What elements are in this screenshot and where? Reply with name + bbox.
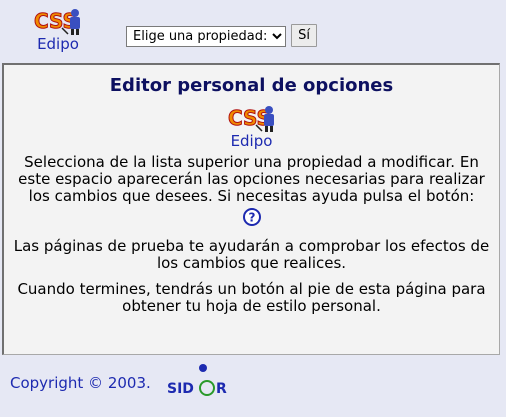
options-panel: Editor personal de opciones CSS Edipo Se… xyxy=(2,63,500,355)
edipo-logo-link[interactable]: CSS Edipo xyxy=(32,6,84,53)
test-pages-text: Las páginas de prueba te ayudarán a comp… xyxy=(13,237,490,272)
copyright-text[interactable]: Copyright © 2003. xyxy=(10,374,151,392)
css-edipo-logo-icon: CSS xyxy=(34,9,80,35)
footer: Copyright © 2003. xyxy=(10,374,151,392)
property-select-wrapper: Elige una propiedad: xyxy=(126,25,286,47)
svg-text:R: R xyxy=(216,381,227,397)
property-select[interactable]: Elige una propiedad: xyxy=(126,26,286,47)
logo-label[interactable]: Edipo xyxy=(32,36,84,53)
panel-logo-label: Edipo xyxy=(230,132,273,150)
sidar-logo-link[interactable]: SID R xyxy=(167,363,231,403)
help-icon[interactable]: ? xyxy=(242,208,261,230)
svg-text:?: ? xyxy=(248,211,255,225)
css-edipo-logo-icon: CSS xyxy=(227,106,274,132)
submit-button[interactable]: Sí xyxy=(291,24,317,47)
finish-text: Cuando termines, tendrás un botón al pie… xyxy=(17,280,486,315)
panel-title: Editor personal de opciones xyxy=(109,75,394,96)
intro-text: Selecciona de la lista superior una prop… xyxy=(18,153,485,205)
sidar-logo-icon: SID R xyxy=(167,364,227,397)
panel-edipo-logo: CSS Edipo xyxy=(222,103,282,150)
svg-text:SID: SID xyxy=(167,381,194,397)
top-bar: CSS Edipo Elige una propiedad: Sí xyxy=(0,0,506,60)
